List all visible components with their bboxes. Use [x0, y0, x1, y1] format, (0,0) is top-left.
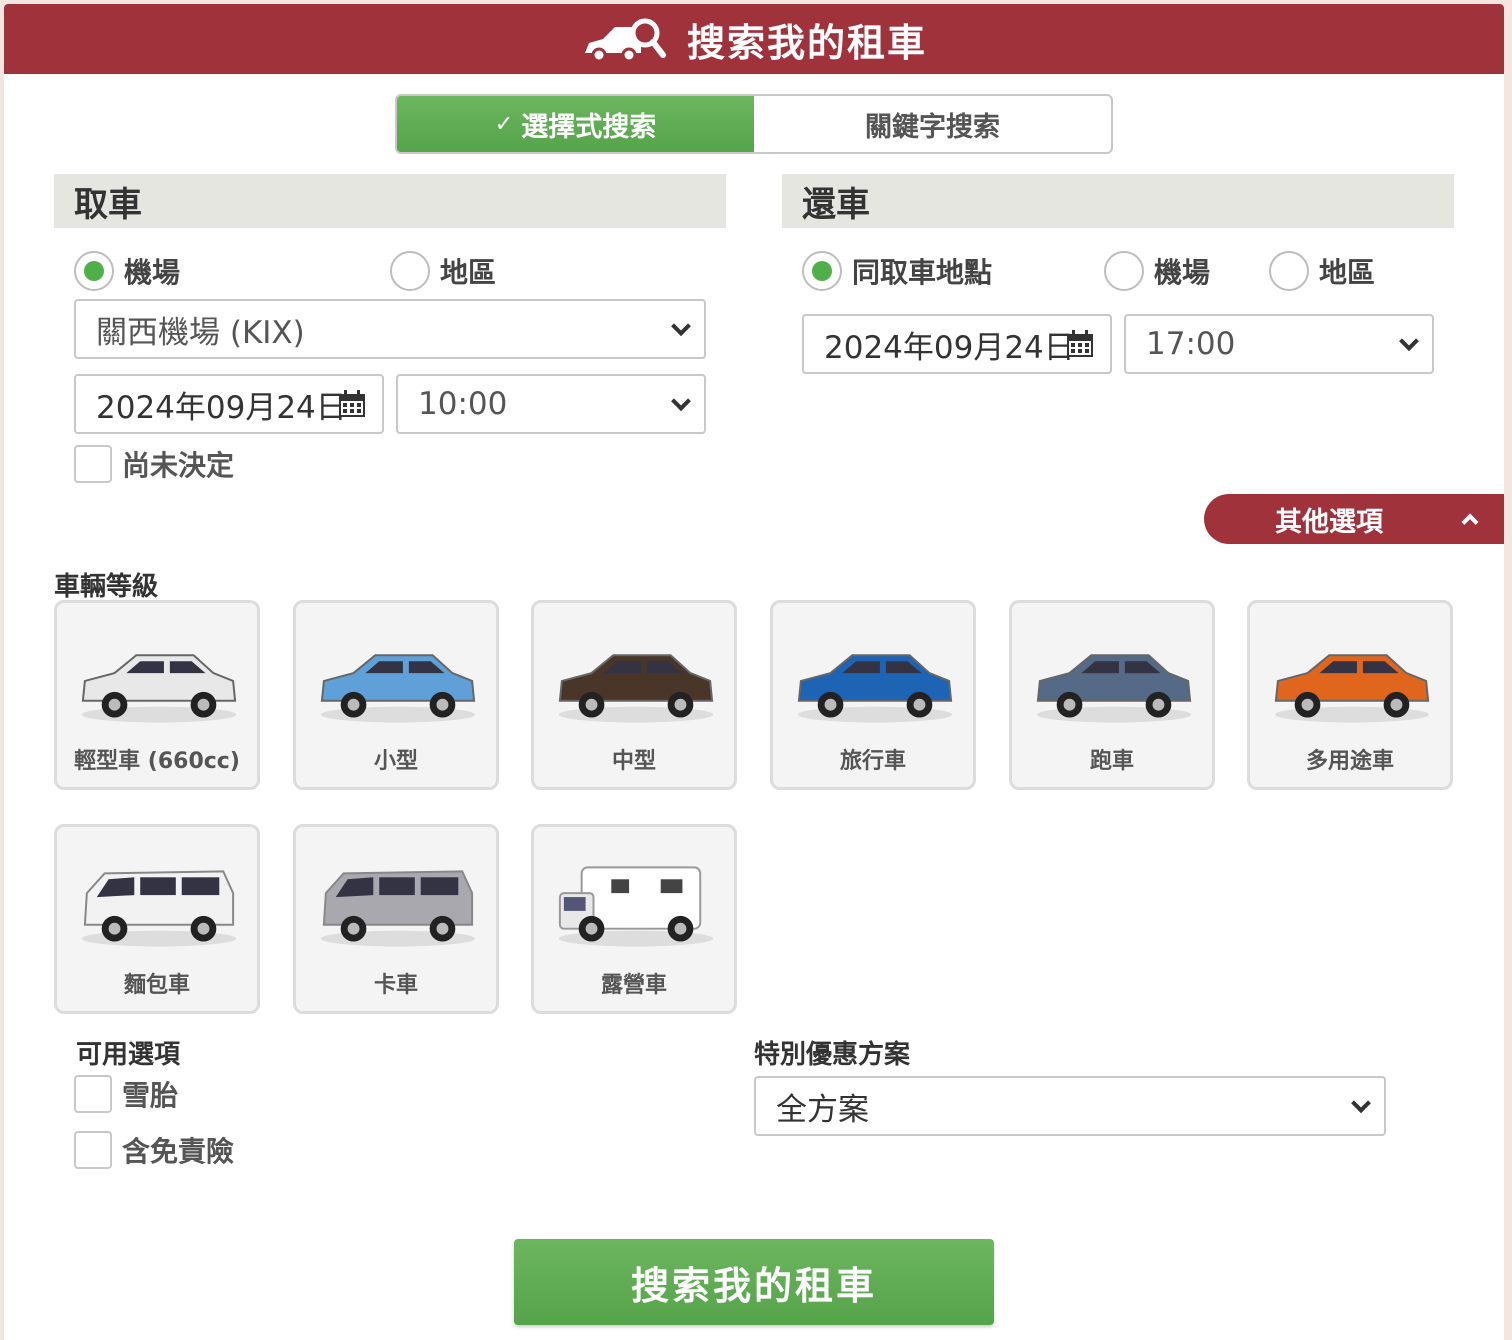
wagon-car-icon — [797, 654, 953, 723]
vehicle-class-heading: 車輛等級 — [54, 572, 159, 602]
search-mode-tabs: ✓ 選擇式搜索 關鍵字搜索 — [395, 94, 1113, 154]
tab-select-search[interactable]: ✓ 選擇式搜索 — [397, 96, 754, 152]
vehicle-card-label: 露營車 — [600, 973, 667, 998]
dropoff-radio-region[interactable]: 地區 — [1269, 251, 1375, 291]
radio-label: 機場 — [1154, 256, 1211, 289]
chevron-down-icon — [671, 391, 691, 412]
vehicle-card-camper-car[interactable]: 露營車 — [531, 824, 737, 1014]
dropoff-time-select[interactable]: 17:00 — [1124, 314, 1434, 374]
dropoff-radio-same[interactable]: 同取車地點 — [802, 251, 992, 291]
pickup-location-select[interactable]: 關西機場 (KIX) — [74, 299, 706, 359]
radio-circle — [1269, 251, 1309, 291]
header-bar: 搜索我的租車 — [4, 4, 1504, 74]
calendar-icon — [1067, 330, 1093, 357]
tab-keyword-search[interactable]: 關鍵字搜索 — [754, 96, 1111, 152]
select-value: 17:00 — [1146, 326, 1236, 362]
vehicle-card-minivan-car[interactable]: 麵包車 — [54, 824, 260, 1014]
pickup-undecided-checkbox[interactable]: 尚未決定 — [74, 444, 234, 484]
select-value: 關西機場 (KIX) — [96, 314, 305, 351]
vehicle-card-label: 跑車 — [1089, 749, 1134, 774]
vehicle-card-wagon-car[interactable]: 旅行車 — [770, 600, 976, 790]
vehicle-card-label: 多用途車 — [1305, 749, 1394, 774]
chevron-down-icon — [1351, 1093, 1371, 1114]
vehicle-card-label: 輕型車 (660cc) — [74, 749, 240, 774]
chevron-up-icon — [1461, 513, 1479, 531]
chevron-down-icon — [1399, 331, 1419, 352]
sports-car-icon — [1036, 654, 1192, 723]
available-options-heading: 可用選項 — [76, 1040, 181, 1070]
radio-label: 地區 — [1319, 256, 1376, 289]
special-plan-select[interactable]: 全方案 — [754, 1076, 1386, 1136]
date-value: 2024年09月24日 — [96, 389, 347, 426]
search-button-label: 搜索我的租車 — [630, 1263, 877, 1308]
search-panel: 搜索我的租車 ✓ 選擇式搜索 關鍵字搜索 取車 機場 地區 關西機場 (KIX)… — [4, 4, 1504, 1340]
radio-circle — [74, 251, 114, 291]
snow-tire-checkbox[interactable]: 雪胎 — [74, 1074, 178, 1114]
radio-label: 地區 — [440, 256, 497, 289]
dropoff-heading: 還車 — [782, 174, 1454, 228]
checkbox-box — [74, 1131, 112, 1169]
radio-label: 同取車地點 — [852, 256, 993, 289]
calendar-icon — [339, 390, 365, 417]
suv-car-icon — [1274, 654, 1430, 723]
header-title: 搜索我的租車 — [686, 20, 927, 65]
vehicle-card-label: 麵包車 — [123, 973, 190, 998]
van-car-icon — [320, 870, 476, 947]
vehicle-card-midsize-car[interactable]: 中型 — [531, 600, 737, 790]
checkbox-label: 雪胎 — [122, 1079, 179, 1112]
chevron-down-icon — [671, 316, 691, 337]
midsize-car-icon — [558, 654, 714, 723]
date-value: 2024年09月24日 — [824, 329, 1075, 366]
camper-car-icon — [558, 866, 714, 947]
vehicle-card-label: 卡車 — [373, 973, 418, 998]
tab-label: 關鍵字搜索 — [865, 111, 1000, 143]
special-plan-heading: 特別優惠方案 — [754, 1040, 911, 1070]
dropoff-radio-airport[interactable]: 機場 — [1104, 251, 1210, 291]
vehicle-card-compact-car[interactable]: 小型 — [293, 600, 499, 790]
dropoff-date-field[interactable]: 2024年09月24日 — [802, 314, 1112, 374]
car-search-icon — [584, 18, 666, 63]
vehicle-card-label: 中型 — [611, 749, 656, 774]
insurance-checkbox[interactable]: 含免責險 — [74, 1130, 234, 1170]
other-options-toggle[interactable]: 其他選項 — [1204, 494, 1504, 544]
checkbox-label: 尚未決定 — [122, 449, 235, 482]
radio-circle — [802, 251, 842, 291]
vehicle-card-label: 小型 — [373, 749, 418, 774]
vehicle-card-label: 旅行車 — [839, 749, 906, 774]
pickup-radio-airport[interactable]: 機場 — [74, 251, 180, 291]
radio-dot — [812, 261, 832, 281]
minivan-car-icon — [81, 870, 237, 947]
select-value: 全方案 — [776, 1091, 869, 1128]
kei-car-icon — [81, 654, 237, 723]
pickup-heading: 取車 — [54, 174, 726, 228]
checkbox-label: 含免責險 — [122, 1135, 235, 1168]
vehicle-card-kei-car[interactable]: 輕型車 (660cc) — [54, 600, 260, 790]
pickup-radio-region[interactable]: 地區 — [390, 251, 496, 291]
search-button[interactable]: 搜索我的租車 — [514, 1239, 994, 1325]
radio-circle — [390, 251, 430, 291]
radio-dot — [84, 261, 104, 281]
other-options-label: 其他選項 — [1275, 506, 1383, 538]
select-value: 10:00 — [418, 386, 508, 422]
vehicle-card-sports-car[interactable]: 跑車 — [1009, 600, 1215, 790]
pickup-time-select[interactable]: 10:00 — [396, 374, 706, 434]
check-icon: ✓ — [494, 111, 514, 137]
vehicle-card-suv-car[interactable]: 多用途車 — [1247, 600, 1453, 790]
vehicle-card-van-car[interactable]: 卡車 — [293, 824, 499, 1014]
tab-label: 選擇式搜索 — [521, 111, 657, 143]
pickup-date-field[interactable]: 2024年09月24日 — [74, 374, 384, 434]
checkbox-box — [74, 1075, 112, 1113]
radio-label: 機場 — [124, 256, 181, 289]
checkbox-box — [74, 445, 112, 483]
radio-circle — [1104, 251, 1144, 291]
compact-car-icon — [320, 654, 476, 723]
